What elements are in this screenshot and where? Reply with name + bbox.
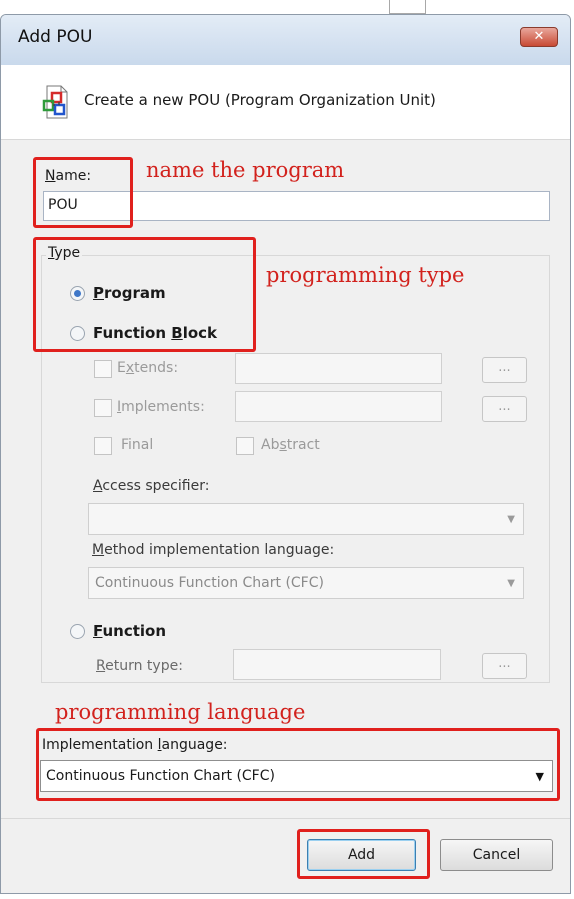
header-description: Create a new POU (Program Organization U…	[84, 91, 436, 109]
name-highlight-box	[33, 157, 133, 228]
dialog-title: Add POU	[18, 27, 93, 47]
footer-divider	[1, 818, 570, 819]
return-type-browse-button[interactable]: ...	[482, 653, 527, 679]
extends-input[interactable]	[235, 353, 442, 384]
type-highlight-box	[33, 237, 256, 352]
return-type-input[interactable]	[233, 649, 441, 680]
method-language-label: Method implementation language:	[92, 542, 335, 558]
cancel-button[interactable]: Cancel	[440, 839, 553, 871]
abstract-label: Abstract	[261, 437, 320, 453]
final-checkbox[interactable]	[94, 437, 112, 455]
extends-browse-button[interactable]: ...	[482, 357, 527, 383]
implements-browse-button[interactable]: ...	[482, 396, 527, 422]
add-highlight-box	[297, 829, 430, 879]
function-label[interactable]: Function	[93, 622, 166, 640]
background-window-fragment	[389, 0, 426, 14]
chevron-down-icon: ▼	[507, 578, 515, 589]
return-type-label: Return type:	[96, 658, 183, 674]
language-highlight-box	[36, 728, 560, 801]
access-specifier-dropdown[interactable]: ▼	[88, 503, 524, 535]
abstract-checkbox[interactable]	[236, 437, 254, 455]
method-language-dropdown[interactable]: Continuous Function Chart (CFC) ▼	[88, 567, 524, 599]
language-annotation: programming language	[55, 700, 306, 724]
final-label: Final	[121, 437, 154, 453]
function-radio[interactable]	[70, 624, 85, 639]
access-specifier-label: Access specifier:	[93, 478, 210, 494]
chevron-down-icon: ▼	[507, 514, 515, 525]
implements-checkbox[interactable]	[94, 399, 112, 417]
extends-checkbox[interactable]	[94, 360, 112, 378]
implements-input[interactable]	[235, 391, 442, 422]
implements-label: Implements:	[117, 399, 205, 415]
type-annotation: programming type	[266, 263, 465, 287]
pou-icon	[41, 85, 71, 123]
name-annotation: name the program	[146, 158, 345, 182]
extends-label: Extends:	[117, 360, 179, 376]
close-button[interactable]: ✕	[520, 27, 558, 47]
